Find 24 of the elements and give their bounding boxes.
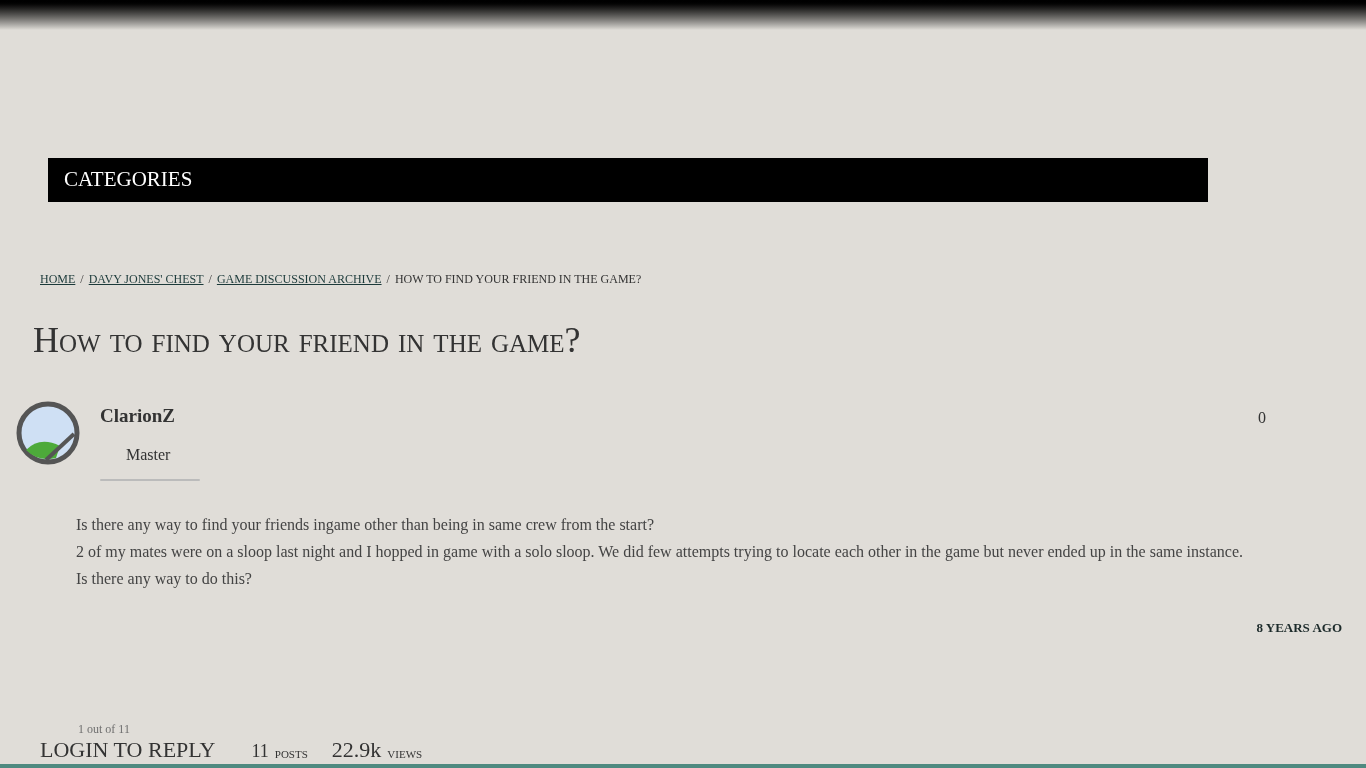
breadcrumb-link[interactable]: DAVY JONES' CHEST [88,270,204,288]
page-counter: 1 out of 11 [78,722,130,736]
posts-count: 11 [251,740,269,762]
author-rank: Master [126,444,172,465]
thread-title: How to find your friend in the game? [32,319,582,362]
views-label: VIEWS [387,746,423,762]
vote-count: 0 [1258,408,1266,428]
post-paragraph: Is there any way to do this? [76,568,253,590]
author-name[interactable]: ClarionZ [100,402,200,431]
breadcrumb-current: HOW TO FIND YOUR FRIEND IN THE GAME? [394,271,642,288]
breadcrumb-link[interactable]: HOME [40,270,76,288]
categories-label: CATEGORIES [64,166,193,194]
views-count: 22.9k [331,738,382,762]
breadcrumb-separator: / [208,271,212,288]
breadcrumb-separator: / [80,271,84,288]
avatar-icon [16,400,80,466]
breadcrumb-separator: / [386,271,390,288]
post-paragraph: Is there any way to find your friends ingame other than being in same crew from the start? [76,514,656,536]
categories-bar[interactable]: CATEGORIES [48,158,1208,202]
login-to-reply-link[interactable]: LOGIN TO REPLY [40,738,216,762]
post-time: 8 YEARS AGO [1256,618,1342,637]
breadcrumb-link[interactable]: GAME DISCUSSION ARCHIVE [216,270,382,288]
post-paragraph: 2 of my mates were on a sloop last night and I hopped in game with a solo sloop. We did few attempts trying to locate each other in the game but never ended up in the same instance. [76,541,1244,563]
posts-label: POSTS [274,746,308,762]
